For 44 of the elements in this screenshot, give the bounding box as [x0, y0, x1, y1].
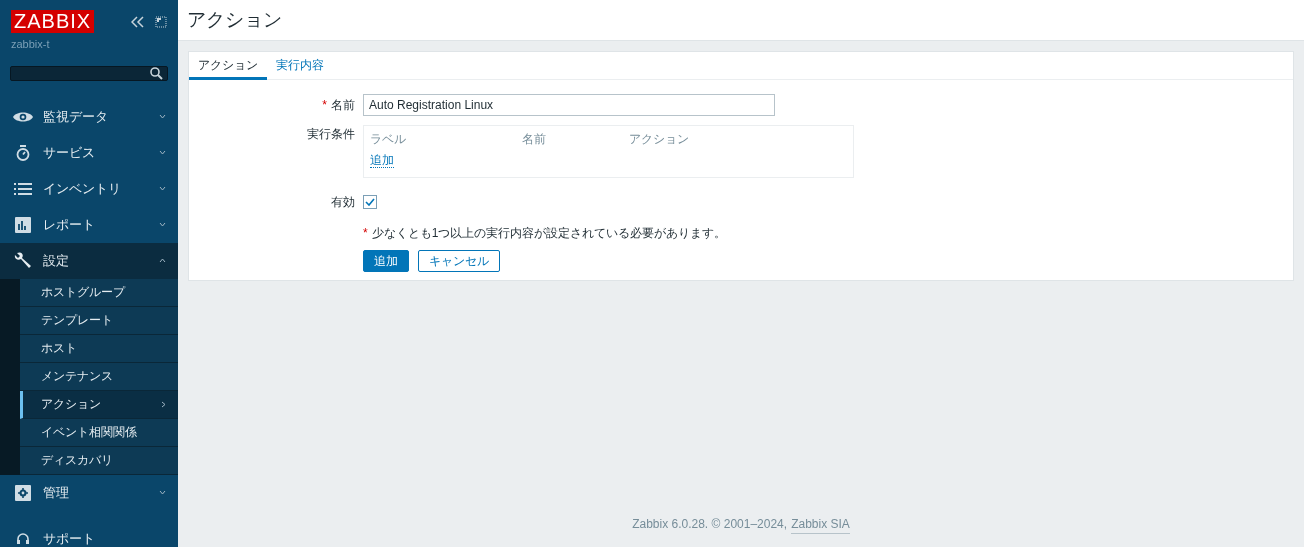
gear-icon [15, 484, 31, 501]
headset-icon [16, 531, 30, 546]
add-link[interactable]: 追加 [370, 153, 394, 168]
menu-item[interactable]: 設定 [0, 242, 178, 279]
field-label: 実行条件 [307, 126, 355, 143]
field-label: 有効 [331, 194, 355, 211]
copyright-text: Zabbix 6.0.28. © 2001–2024, [632, 516, 788, 533]
menu-item[interactable]: レポート [0, 206, 178, 243]
submenu-item[interactable]: ディスカバリ [20, 446, 178, 475]
column-header: アクション [629, 131, 689, 148]
required-icon: * [322, 96, 327, 114]
name-field[interactable]: Auto Registration Linux [363, 94, 775, 116]
submenu-item[interactable]: ホストグループ [20, 278, 178, 307]
search-icon[interactable] [150, 66, 163, 80]
menu-item[interactable]: 監視データ [0, 98, 178, 135]
menu-item[interactable]: インベントリ [0, 170, 178, 207]
search-field[interactable] [10, 65, 168, 81]
add-button[interactable]: 追加 [363, 250, 409, 272]
server-name: zabbix-t [10, 37, 51, 52]
submenu-item[interactable]: メンテナンス [20, 362, 178, 391]
submenu-item[interactable]: テンプレート [20, 306, 178, 335]
required-note: 少なくとも1つ以上の実行内容が設定されている必要があります。 [371, 225, 727, 242]
column-header: 名前 [522, 131, 547, 148]
submenu-item[interactable]: ホスト [20, 334, 178, 363]
column-header: ラベル [370, 131, 407, 148]
logo[interactable]: ZABBIX [11, 10, 95, 33]
collapse-icon[interactable] [131, 15, 145, 28]
tab[interactable]: 実行内容 [267, 52, 333, 80]
required-icon: * [363, 224, 368, 242]
stopwatch-icon [16, 144, 30, 161]
menu-item[interactable]: サポート [0, 520, 178, 547]
page-title: アクション [187, 7, 282, 32]
field-label: 名前 [331, 97, 355, 114]
menu-item[interactable]: 管理 [0, 474, 178, 511]
menu-item[interactable]: サービス [0, 134, 178, 171]
list-icon [14, 182, 32, 195]
eye-icon [13, 110, 33, 123]
submenu-item[interactable]: アクション [20, 390, 178, 419]
bar-chart-icon [15, 216, 31, 233]
tab[interactable]: アクション [189, 52, 267, 80]
cancel-button[interactable]: キャンセル [418, 250, 500, 272]
submenu-item[interactable]: イベント相関関係 [20, 418, 178, 447]
checkbox[interactable] [363, 195, 377, 209]
wrench-icon [14, 251, 32, 270]
